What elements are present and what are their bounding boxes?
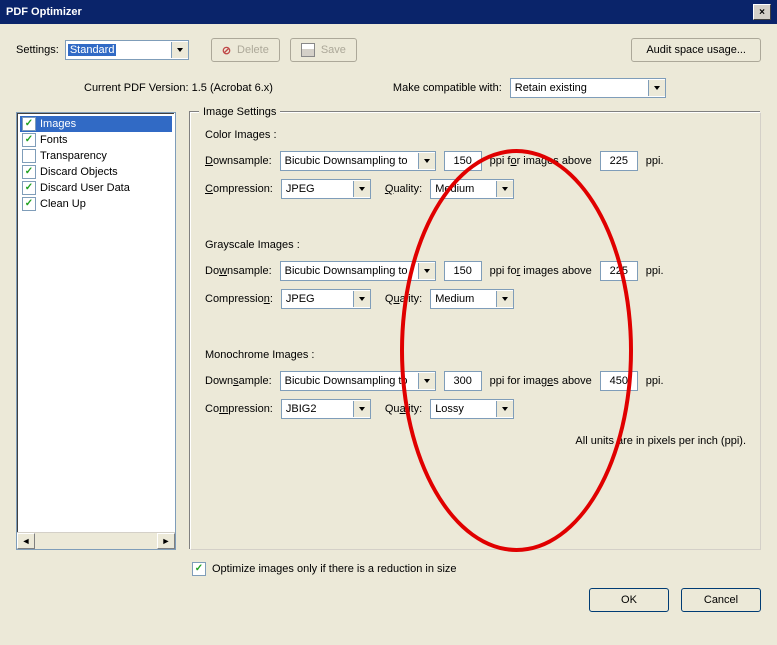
chevron-down-icon: [496, 291, 513, 307]
compression-label: Compression:: [205, 183, 273, 195]
gray-above-input[interactable]: [600, 261, 638, 281]
cancel-button[interactable]: Cancel: [681, 588, 761, 612]
chevron-down-icon: [418, 263, 435, 279]
sidebar-item-discard-objects[interactable]: ✓ Discard Objects: [20, 164, 172, 180]
titlebar: PDF Optimizer ×: [0, 0, 777, 24]
checkbox[interactable]: [22, 149, 36, 163]
downsample-label: Downsample:: [205, 155, 272, 167]
ppi-unit: ppi.: [646, 265, 664, 277]
delete-icon: ⊘: [222, 44, 231, 57]
current-version-label: Current PDF Version: 1.5 (Acrobat 6.x): [84, 82, 273, 94]
checkbox[interactable]: ✓: [22, 165, 36, 179]
settings-combo[interactable]: Standard: [65, 40, 189, 60]
scroll-right-icon[interactable]: ►: [157, 533, 175, 549]
scroll-left-icon[interactable]: ◄: [17, 533, 35, 549]
image-settings-group: Image Settings Color Images : Downsample…: [190, 112, 761, 550]
mono-downsample-combo[interactable]: Bicubic Downsampling to: [280, 371, 436, 391]
chevron-down-icon: [353, 291, 370, 307]
window-title: PDF Optimizer: [6, 6, 82, 18]
checkbox[interactable]: ✓: [22, 117, 36, 131]
mono-compression-combo[interactable]: JBIG2: [281, 399, 371, 419]
gray-compression-combo[interactable]: JPEG: [281, 289, 371, 309]
chevron-down-icon: [418, 153, 435, 169]
checkbox[interactable]: ✓: [22, 133, 36, 147]
save-button: Save: [290, 38, 357, 62]
gray-quality-combo[interactable]: Medium: [430, 289, 514, 309]
make-compat-combo[interactable]: Retain existing: [510, 78, 666, 98]
ppi-for-label: ppi for images above: [490, 155, 592, 167]
quality-label: Quality:: [385, 293, 422, 305]
optimize-reduction-label: Optimize images only if there is a reduc…: [212, 563, 457, 575]
checkbox[interactable]: ✓: [22, 181, 36, 195]
ppi-unit: ppi.: [646, 155, 664, 167]
color-quality-combo[interactable]: Medium: [430, 179, 514, 199]
units-note: All units are in pixels per inch (ppi).: [205, 435, 746, 447]
compression-label: Compression:: [205, 403, 273, 415]
delete-button: ⊘ Delete: [211, 38, 280, 62]
ppi-unit: ppi.: [646, 375, 664, 387]
downsample-label: Downsample:: [205, 375, 272, 387]
ppi-for-label: ppi for images above: [490, 265, 592, 277]
sidebar-item-transparency[interactable]: Transparency: [20, 148, 172, 164]
fieldset-legend: Image Settings: [199, 106, 280, 118]
compression-label: Compression:: [205, 293, 273, 305]
make-compat-label: Make compatible with:: [393, 82, 502, 94]
chevron-down-icon: [496, 181, 513, 197]
color-above-input[interactable]: [600, 151, 638, 171]
color-images-title: Color Images :: [205, 129, 746, 141]
sidebar-item-clean-up[interactable]: ✓ Clean Up: [20, 196, 172, 212]
ppi-for-label: ppi for images above: [490, 375, 592, 387]
color-downsample-combo[interactable]: Bicubic Downsampling to: [280, 151, 436, 171]
color-ppi-input[interactable]: [444, 151, 482, 171]
quality-label: Quality:: [385, 403, 422, 415]
chevron-down-icon: [353, 401, 370, 417]
sidebar-item-fonts[interactable]: ✓ Fonts: [20, 132, 172, 148]
chevron-down-icon: [496, 401, 513, 417]
color-compression-combo[interactable]: JPEG: [281, 179, 371, 199]
audit-button[interactable]: Audit space usage...: [631, 38, 761, 62]
close-button[interactable]: ×: [753, 4, 771, 20]
mono-images-title: Monochrome Images :: [205, 349, 746, 361]
scrollbar[interactable]: ◄ ►: [17, 532, 175, 549]
chevron-down-icon: [171, 42, 188, 58]
gray-ppi-input[interactable]: [444, 261, 482, 281]
optimize-reduction-checkbox[interactable]: ✓: [192, 562, 206, 576]
chevron-down-icon: [353, 181, 370, 197]
quality-label: Quality:: [385, 183, 422, 195]
mono-ppi-input[interactable]: [444, 371, 482, 391]
checkbox[interactable]: ✓: [22, 197, 36, 211]
gray-downsample-combo[interactable]: Bicubic Downsampling to: [280, 261, 436, 281]
mono-quality-combo[interactable]: Lossy: [430, 399, 514, 419]
settings-label: Settings:: [16, 44, 59, 56]
downsample-label: Downsample:: [205, 265, 272, 277]
category-list[interactable]: ✓ Images ✓ Fonts Transparency ✓ Discard …: [16, 112, 176, 550]
chevron-down-icon: [648, 80, 665, 96]
mono-above-input[interactable]: [600, 371, 638, 391]
save-icon: [301, 43, 315, 57]
gray-images-title: Grayscale Images :: [205, 239, 746, 251]
ok-button[interactable]: OK: [589, 588, 669, 612]
sidebar-item-discard-user-data[interactable]: ✓ Discard User Data: [20, 180, 172, 196]
chevron-down-icon: [418, 373, 435, 389]
sidebar-item-images[interactable]: ✓ Images: [20, 116, 172, 132]
